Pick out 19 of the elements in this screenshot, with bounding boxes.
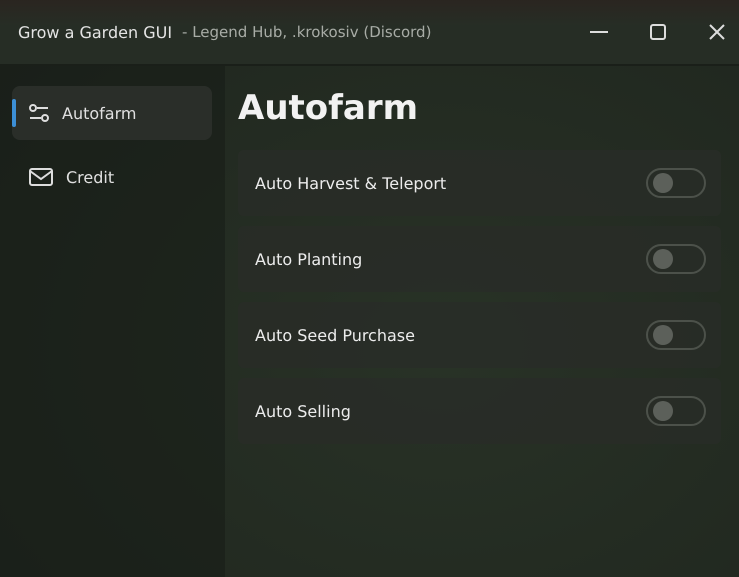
maximize-icon: [648, 22, 668, 42]
sliders-icon: [28, 102, 50, 124]
toggle-switch[interactable]: [646, 168, 706, 198]
selection-indicator: [12, 99, 16, 127]
close-icon: [707, 22, 727, 42]
page-heading: Autofarm: [238, 87, 420, 130]
toggle-label: Auto Seed Purchase: [255, 326, 415, 344]
mail-icon: [28, 166, 54, 188]
sidebar-item[interactable]: Credit: [12, 150, 212, 204]
sidebar-item[interactable]: Autofarm: [12, 86, 212, 140]
window-title: Grow a Garden GUI: [18, 22, 172, 42]
toggle-label: Auto Harvest & Teleport: [255, 174, 446, 192]
toggle-switch[interactable]: [646, 244, 706, 274]
toggle-switch[interactable]: [646, 320, 706, 350]
minimize-icon: [590, 31, 608, 33]
toggle-switch[interactable]: [646, 396, 706, 426]
toggle-label: Auto Planting: [255, 250, 362, 268]
window-subtitle: - Legend Hub, .krokosiv (Discord): [182, 23, 432, 41]
toggle-label: Auto Selling: [255, 402, 351, 420]
